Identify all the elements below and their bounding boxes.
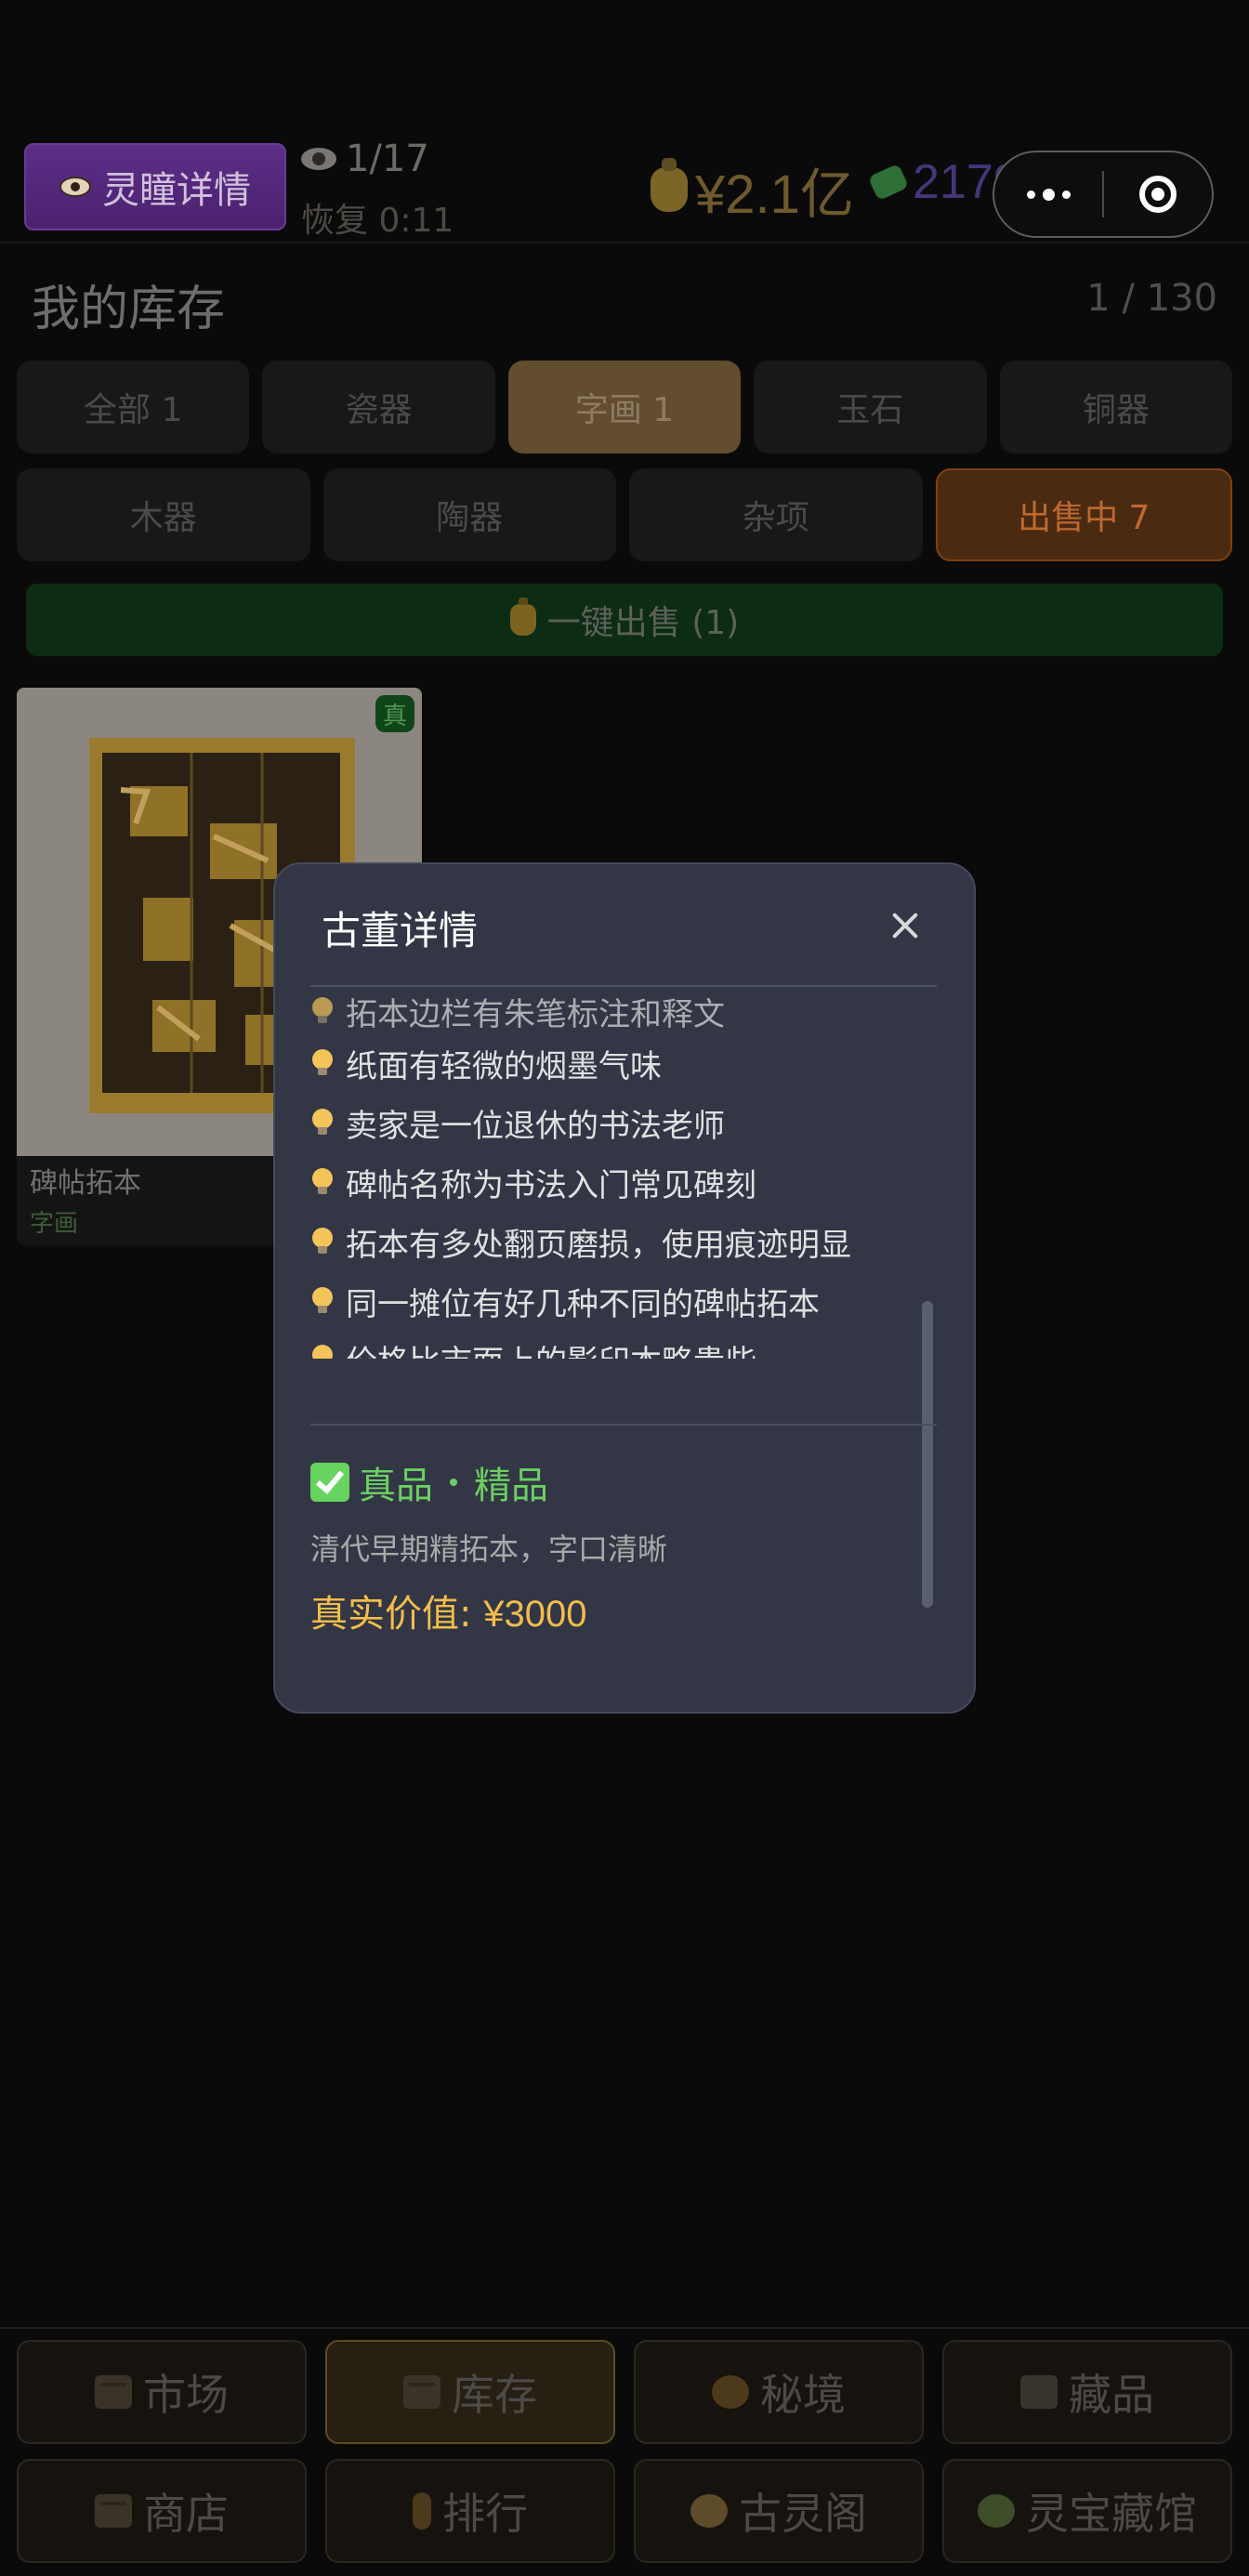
miniapp-capsule[interactable] — [993, 151, 1214, 238]
tab-misc[interactable]: 杂项 — [629, 468, 923, 561]
modal-title: 古董详情 — [322, 908, 479, 953]
bottom-nav-row-2: 商店 排行 古灵阁 灵宝藏馆 — [17, 2459, 1232, 2563]
nav-inventory-label: 库存 — [452, 2370, 537, 2420]
header-divider — [0, 242, 1249, 243]
nav-market-label: 市场 — [143, 2370, 229, 2420]
shop-icon — [95, 2494, 132, 2528]
antique-detail-modal: 古董详情 拓本边栏有朱笔标注和释文 纸面有轻微的烟墨气味 卖家是一位退休的书法老… — [273, 862, 976, 1714]
category-tabs-row-2: 木器 陶器 杂项 出售中 7 — [17, 468, 1232, 561]
bottom-nav-row-1: 市场 库存 秘境 藏品 — [17, 2340, 1232, 2444]
secret-realm-icon — [712, 2375, 749, 2409]
gem-icon — [867, 163, 910, 202]
eye-icon — [301, 148, 336, 170]
clue-list[interactable]: 拓本边栏有朱笔标注和释文 纸面有轻微的烟墨气味 卖家是一位退休的书法老师 碑帖名… — [312, 996, 907, 1359]
authentic-badge: 真 — [375, 695, 414, 732]
bottom-navigation: 市场 库存 秘境 藏品 商店 排行 古灵阁 灵宝藏馆 — [0, 2327, 1249, 2576]
clue-item: 价格比市面上的影印本略贵些 — [312, 1336, 756, 1359]
nav-ranking-label: 排行 — [442, 2489, 528, 2539]
recover-timer: 恢复 0:11 — [301, 202, 454, 240]
money-bag-icon — [509, 598, 536, 636]
inventory-title: 我的库存 — [32, 282, 226, 337]
nav-treasure-museum[interactable]: 灵宝藏馆 — [942, 2459, 1232, 2563]
nav-collection[interactable]: 藏品 — [942, 2340, 1232, 2444]
market-icon — [95, 2375, 132, 2409]
lightbulb-icon — [312, 1167, 333, 1198]
nav-inventory[interactable]: 库存 — [325, 2340, 615, 2444]
view-count-value: 1/17 — [346, 138, 429, 180]
modal-scrollbar[interactable] — [922, 1301, 933, 1608]
verdict-row: 真品 精品 — [310, 1455, 548, 1509]
nav-spirit-pavilion[interactable]: 古灵阁 — [634, 2459, 924, 2563]
tab-bronze[interactable]: 铜器 — [999, 361, 1233, 453]
nav-market[interactable]: 市场 — [17, 2340, 307, 2444]
sell-all-button[interactable]: 一键出售 (1) — [26, 584, 1223, 656]
nav-shop-label: 商店 — [143, 2489, 229, 2539]
lightbulb-icon — [312, 1344, 333, 1359]
lightbulb-icon — [312, 996, 333, 1027]
sell-all-label: 一键出售 (1) — [546, 604, 740, 642]
tab-calligraphy-painting[interactable]: 字画 1 — [507, 361, 742, 453]
nav-treasure-museum-label: 灵宝藏馆 — [1026, 2489, 1197, 2539]
lingtong-detail-button[interactable]: 灵瞳详情 — [24, 143, 286, 230]
clue-item: 碑帖名称为书法入门常见碑刻 — [312, 1160, 756, 1205]
tab-selling[interactable]: 出售中 7 — [935, 468, 1232, 561]
lightbulb-icon — [312, 1286, 333, 1317]
top-bar: 灵瞳详情 1/17 恢复 0:11 ¥2.1亿 2179 — [0, 138, 1249, 245]
check-icon — [310, 1463, 349, 1502]
ranking-icon — [413, 2492, 431, 2530]
clue-item: 拓本有多处翻页磨损，使用痕迹明显 — [312, 1219, 851, 1265]
tab-wood[interactable]: 木器 — [17, 468, 310, 561]
category-tabs-row-1: 全部 1 瓷器 字画 1 玉石 铜器 — [17, 361, 1233, 453]
lightbulb-icon — [312, 1048, 333, 1079]
inventory-icon — [403, 2375, 440, 2409]
nav-ranking[interactable]: 排行 — [325, 2459, 615, 2563]
clue-item: 纸面有轻微的烟墨气味 — [312, 1041, 662, 1086]
money-display: ¥2.1亿 — [651, 151, 854, 229]
close-miniapp-button[interactable] — [1104, 152, 1212, 236]
collection-icon — [1020, 2375, 1058, 2409]
clue-item: 卖家是一位退休的书法老师 — [312, 1100, 725, 1146]
spirit-pavilion-icon — [690, 2494, 728, 2528]
verdict-description: 清代早期精拓本，字口清晰 — [310, 1531, 668, 1567]
verdict-authentic: 真品 — [359, 1465, 433, 1507]
tab-porcelain[interactable]: 瓷器 — [262, 361, 495, 453]
close-icon[interactable] — [890, 911, 920, 940]
true-value: 真实价值: ¥3000 — [310, 1584, 586, 1637]
nav-spirit-pavilion-label: 古灵阁 — [739, 2489, 867, 2539]
lightbulb-icon — [312, 1227, 333, 1257]
tab-pottery[interactable]: 陶器 — [322, 468, 616, 561]
more-options-button[interactable] — [994, 152, 1102, 236]
modal-divider — [310, 985, 937, 987]
view-count: 1/17 — [301, 138, 429, 180]
lingtong-detail-label: 灵瞳详情 — [102, 169, 251, 212]
true-value-label: 真实价值: — [310, 1593, 484, 1636]
nav-collection-label: 藏品 — [1069, 2370, 1154, 2420]
true-value-amount: ¥3000 — [483, 1594, 587, 1635]
treasure-museum-icon — [978, 2494, 1015, 2528]
item-category: 字画 — [30, 1210, 79, 1238]
money-value: ¥2.1亿 — [695, 164, 854, 225]
verdict-divider — [310, 1424, 937, 1426]
clue-item: 拓本边栏有朱笔标注和释文 — [312, 996, 725, 1034]
inventory-count: 1 / 130 — [1086, 277, 1217, 320]
separator-dot — [450, 1479, 457, 1486]
lightbulb-icon — [312, 1108, 333, 1138]
clue-item: 同一摊位有好几种不同的碑帖拓本 — [312, 1279, 820, 1324]
money-bag-icon — [651, 158, 688, 212]
nav-shop[interactable]: 商店 — [17, 2459, 307, 2563]
eye-icon — [59, 177, 91, 197]
item-name: 碑帖拓本 — [30, 1167, 141, 1200]
verdict-grade: 精品 — [474, 1465, 548, 1507]
nav-secret-realm[interactable]: 秘境 — [634, 2340, 924, 2444]
record-circle-icon — [1138, 176, 1177, 213]
nav-secret-realm-label: 秘境 — [760, 2370, 846, 2420]
tab-all[interactable]: 全部 1 — [17, 361, 250, 453]
tab-jade[interactable]: 玉石 — [754, 361, 987, 453]
